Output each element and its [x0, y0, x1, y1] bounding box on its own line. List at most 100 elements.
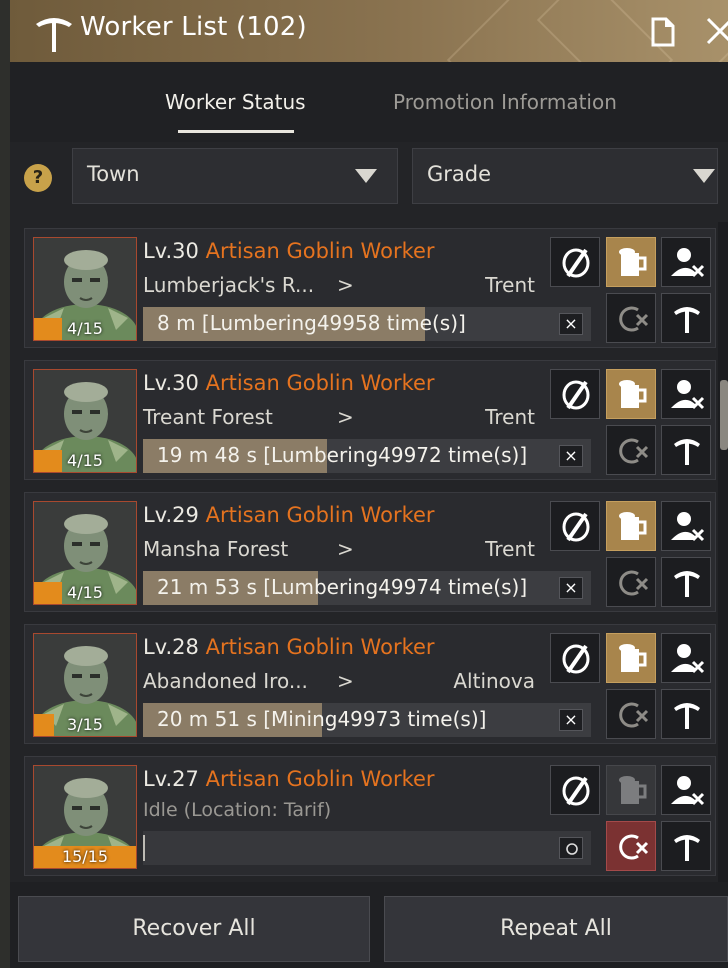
- repeat-work-button[interactable]: [606, 821, 656, 871]
- refresh-icon: [566, 843, 578, 855]
- feed-beer-button[interactable]: [606, 765, 656, 815]
- hide-worker-button[interactable]: [550, 765, 600, 815]
- stop-repeat-button[interactable]: [606, 293, 656, 343]
- fire-worker-button[interactable]: [661, 501, 711, 551]
- scrollbar-thumb[interactable]: [720, 380, 728, 450]
- stamina-value: 4/15: [67, 583, 103, 602]
- pickaxe-icon: [36, 18, 72, 52]
- worker-name: Artisan Goblin Worker: [205, 635, 435, 659]
- tab-worker-status[interactable]: Worker Status: [165, 90, 306, 114]
- feed-beer-button[interactable]: [606, 369, 656, 419]
- work-town: Altinova: [453, 669, 535, 693]
- worker-portrait[interactable]: 3/15: [33, 633, 137, 737]
- pickaxe-icon: [662, 690, 712, 740]
- eye-slash-icon: [551, 502, 601, 552]
- worker-card[interactable]: 15/15 Lv.27 Artisan Goblin Worker Idle (…: [24, 756, 716, 876]
- repeat-cancel-icon: [607, 690, 657, 740]
- fire-worker-button[interactable]: [661, 765, 711, 815]
- pickaxe-icon: [662, 426, 712, 476]
- chevron-down-icon: [693, 169, 715, 183]
- worker-level: Lv.30: [143, 239, 199, 263]
- assign-work-button[interactable]: [661, 425, 711, 475]
- hide-worker-button[interactable]: [550, 501, 600, 551]
- person-remove-icon: [662, 634, 712, 684]
- stop-work-button[interactable]: ×: [559, 445, 583, 467]
- route-arrow: >: [337, 405, 354, 429]
- work-progress-bar: [143, 831, 591, 865]
- worker-name: Artisan Goblin Worker: [205, 371, 435, 395]
- work-progress-bar: 20 m 51 s [Mining49973 time(s)] ×: [143, 703, 591, 737]
- worker-card[interactable]: 4/15 Lv.29 Artisan Goblin Worker Mansha …: [24, 492, 716, 612]
- worker-card[interactable]: 4/15 Lv.30 Artisan Goblin Worker Treant …: [24, 360, 716, 480]
- work-location: Mansha Forest: [143, 537, 289, 561]
- stop-repeat-button[interactable]: [606, 689, 656, 739]
- worker-level-name: Lv.30 Artisan Goblin Worker: [143, 239, 435, 263]
- pickaxe-icon: [662, 822, 712, 872]
- town-dropdown-label: Town: [87, 162, 140, 186]
- worker-level-name: Lv.27 Artisan Goblin Worker: [143, 767, 435, 791]
- work-progress-text: 21 m 53 s [Lumbering49974 time(s)]: [157, 575, 528, 599]
- repeat-cancel-icon: [607, 426, 657, 476]
- fire-worker-button[interactable]: [661, 237, 711, 287]
- town-dropdown[interactable]: Town: [72, 148, 398, 204]
- stop-repeat-button[interactable]: [606, 557, 656, 607]
- eye-slash-icon: [551, 766, 601, 816]
- stamina-value: 4/15: [67, 451, 103, 470]
- eye-slash-icon: [551, 238, 601, 288]
- repeat-all-button[interactable]: Repeat All: [384, 896, 728, 962]
- beer-mug-icon: [607, 370, 657, 420]
- work-progress-text: 19 m 48 s [Lumbering49972 time(s)]: [157, 443, 528, 467]
- assign-work-button[interactable]: [661, 821, 711, 871]
- worker-portrait[interactable]: 4/15: [33, 501, 137, 605]
- hide-worker-button[interactable]: [550, 369, 600, 419]
- beer-mug-icon: [607, 502, 657, 552]
- stamina-value: 4/15: [67, 319, 103, 338]
- stop-work-button[interactable]: ×: [559, 709, 583, 731]
- worker-portrait[interactable]: 4/15: [33, 369, 137, 473]
- stamina-value: 3/15: [67, 715, 103, 734]
- stamina-bar: 3/15: [34, 714, 136, 736]
- fire-worker-button[interactable]: [661, 633, 711, 683]
- worker-level-name: Lv.30 Artisan Goblin Worker: [143, 371, 435, 395]
- worker-card[interactable]: 3/15 Lv.28 Artisan Goblin Worker Abandon…: [24, 624, 716, 744]
- background-edge: [0, 0, 10, 968]
- assign-work-button[interactable]: [661, 689, 711, 739]
- fire-worker-button[interactable]: [661, 369, 711, 419]
- chevron-down-icon: [355, 169, 377, 183]
- beer-mug-icon: [607, 634, 657, 684]
- worker-card[interactable]: 4/15 Lv.30 Artisan Goblin Worker Lumberj…: [24, 228, 716, 348]
- person-remove-icon: [662, 370, 712, 420]
- feed-beer-button[interactable]: [606, 633, 656, 683]
- stop-repeat-button[interactable]: [606, 425, 656, 475]
- grade-dropdown[interactable]: Grade: [412, 148, 718, 204]
- worker-portrait[interactable]: 15/15: [33, 765, 137, 869]
- worker-name: Artisan Goblin Worker: [205, 503, 435, 527]
- route-arrow: >: [337, 669, 354, 693]
- title-bar[interactable]: Worker List (102): [10, 0, 728, 62]
- work-progress-text: 20 m 51 s [Mining49973 time(s)]: [157, 707, 487, 731]
- feed-beer-button[interactable]: [606, 501, 656, 551]
- person-remove-icon: [662, 766, 712, 816]
- feed-beer-button[interactable]: [606, 237, 656, 287]
- work-town: Trent: [485, 537, 535, 561]
- refresh-button[interactable]: [559, 837, 583, 859]
- hide-worker-button[interactable]: [550, 237, 600, 287]
- work-progress-bar: 19 m 48 s [Lumbering49972 time(s)] ×: [143, 439, 591, 473]
- hide-worker-button[interactable]: [550, 633, 600, 683]
- recover-all-button[interactable]: Recover All: [18, 896, 370, 962]
- work-progress-text: 8 m [Lumbering49958 time(s)]: [157, 311, 466, 335]
- repeat-cancel-icon: [607, 294, 657, 344]
- assign-work-button[interactable]: [661, 293, 711, 343]
- stop-work-button[interactable]: ×: [559, 577, 583, 599]
- close-icon[interactable]: [702, 15, 728, 47]
- document-icon[interactable]: [650, 17, 676, 47]
- assign-work-button[interactable]: [661, 557, 711, 607]
- tab-promotion-information[interactable]: Promotion Information: [393, 90, 617, 114]
- work-location: Lumberjack's R...: [143, 273, 315, 297]
- help-icon[interactable]: ?: [24, 164, 52, 192]
- worker-level-name: Lv.29 Artisan Goblin Worker: [143, 503, 435, 527]
- scrollbar-track[interactable]: [718, 222, 728, 882]
- worker-portrait[interactable]: 4/15: [33, 237, 137, 341]
- beer-mug-icon: [607, 238, 657, 288]
- stop-work-button[interactable]: ×: [559, 313, 583, 335]
